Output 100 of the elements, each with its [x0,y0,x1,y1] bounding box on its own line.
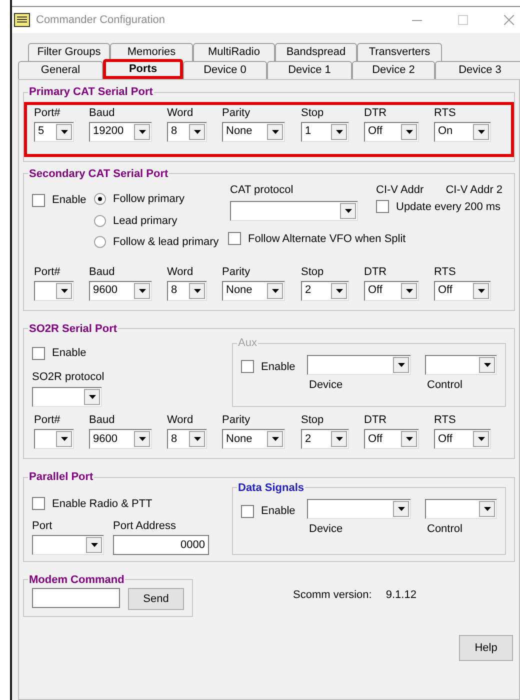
checkbox[interactable] [32,497,45,510]
dropdown[interactable]: Off [364,429,419,449]
tab[interactable]: Bandspread [275,43,357,61]
dropdown[interactable] [307,354,411,374]
caret-icon [406,437,412,441]
dropdown[interactable] [34,280,74,300]
field-label: DTR [364,413,388,428]
tab[interactable]: MultiRadio [193,43,275,61]
tab[interactable]: General [18,61,103,79]
checkbox[interactable] [376,200,389,214]
checkbox-label: Enable [261,504,296,519]
radio-label: Follow primary [113,192,185,207]
field-label: CI-V Addr [376,183,424,198]
caret-icon [90,542,98,546]
field-label: Device [308,522,344,537]
field-label: Port# [34,264,62,280]
field-label: Parity [222,413,252,428]
group-title: Primary CAT Serial Port [28,85,154,100]
caret-icon [272,288,278,292]
dropdown[interactable]: 8 [167,122,207,142]
checkbox-label: Enable [52,193,86,208]
field-label: RTS [434,106,457,120]
dropdown[interactable]: Off [434,280,491,300]
dropdown[interactable]: 1 [301,122,349,142]
dropdown[interactable]: 8 [167,429,207,449]
tab[interactable]: Memories [110,43,193,61]
tab[interactable]: Device 0 [183,61,267,79]
caret-icon [88,395,96,399]
dropdown[interactable]: 9600 [89,280,152,300]
close-icon[interactable] [504,15,514,25]
field-label: DTR [364,264,388,280]
caret-icon [194,130,200,134]
dropdown[interactable]: Off [434,429,491,449]
field-label: Port# [34,413,62,428]
field-label: Control [426,378,464,392]
tab[interactable]: Device 1 [267,61,352,79]
caret-icon [138,288,146,292]
group-title: SO2R Serial Port [28,322,118,336]
input-field[interactable]: 0000 [113,534,209,554]
dropdown[interactable] [425,354,497,374]
dropdown[interactable] [425,499,497,519]
radio-button[interactable] [94,193,106,206]
caret-icon [336,288,342,292]
tab[interactable]: Device 3 [435,61,520,79]
field-label: Parity [222,264,252,280]
dropdown[interactable]: 19200 [89,122,152,142]
help-button[interactable]: Help [459,635,513,661]
field-label: Baud [89,264,116,280]
dropdown[interactable] [230,200,358,220]
caret-icon [60,288,68,292]
dropdown[interactable] [32,534,104,554]
caret-icon [406,130,412,134]
tab[interactable]: Ports [103,59,183,79]
dropdown[interactable]: Off [364,122,419,142]
group-title: Aux [237,336,258,351]
caret-icon [336,130,342,134]
field-label: CAT protocol [230,183,294,198]
checkbox[interactable] [32,194,45,207]
checkbox-label: Enable Radio & PTT [52,496,152,512]
tab[interactable]: Filter Groups [28,43,110,61]
group-title: Data Signals [237,480,306,496]
field-label: Word [167,264,194,280]
version-label: Scomm version: [293,588,372,602]
caret-icon [478,130,484,134]
dropdown[interactable]: 8 [167,280,207,300]
dropdown[interactable]: None [222,429,285,449]
dropdown[interactable] [307,499,411,519]
caret-icon [138,437,146,441]
dropdown[interactable] [32,387,102,407]
dropdown[interactable]: 2 [301,280,349,300]
field-label: Port [32,519,54,534]
dropdown[interactable]: None [222,122,285,142]
caret-icon [194,288,200,292]
tab[interactable]: Device 2 [352,61,435,79]
checkbox[interactable] [241,504,254,518]
checkbox[interactable] [228,232,241,246]
caret-icon [60,437,68,441]
dropdown[interactable]: 2 [301,429,349,449]
field-label: RTS [434,264,457,280]
dropdown[interactable]: Off [364,280,419,300]
dropdown[interactable]: 9600 [89,429,152,449]
checkbox[interactable] [32,346,45,360]
field-label: DTR [364,106,388,120]
input-field[interactable] [32,588,120,608]
dropdown[interactable]: On [434,122,491,142]
checkbox-label: Enable [52,346,86,361]
caret-icon [138,130,146,134]
dropdown[interactable]: 5 [34,122,74,142]
send-button[interactable]: Send [128,588,184,610]
dropdown[interactable] [34,429,74,449]
caret-icon [398,507,404,511]
dropdown[interactable]: None [222,280,285,300]
tab[interactable]: Transverters [357,43,442,61]
group-title: Modem Command [28,572,126,588]
field-label: CI-V Addr 2 [446,183,503,198]
checkbox-label: Follow Alternate VFO when Split [248,232,406,246]
radio-label: Follow & lead primary [113,235,219,250]
radio-button[interactable] [94,214,106,227]
field-label: Word [167,413,194,428]
radio-button[interactable] [94,236,106,248]
